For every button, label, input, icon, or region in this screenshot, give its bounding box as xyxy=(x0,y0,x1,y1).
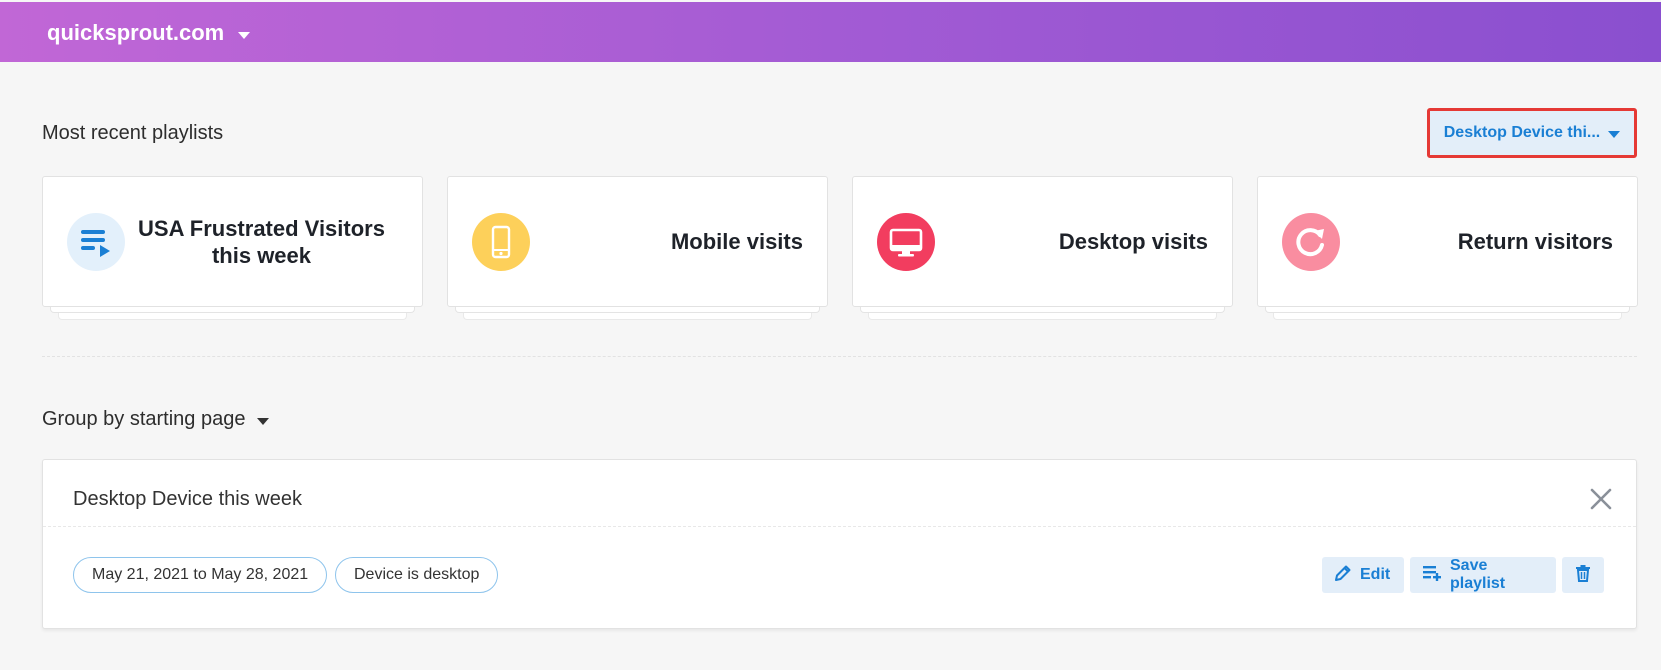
panel-divider xyxy=(43,526,1636,527)
playlist-panel: Desktop Device this week May 21, 2021 to… xyxy=(42,459,1637,629)
delete-button[interactable] xyxy=(1562,557,1604,593)
playlist-add-icon xyxy=(1422,564,1442,587)
card-stack-shadow xyxy=(58,312,407,320)
trash-icon xyxy=(1575,564,1591,587)
desktop-monitor-icon xyxy=(877,212,935,271)
card-stack-shadow xyxy=(1273,312,1622,320)
playlist-card-mobile: Mobile visits xyxy=(447,176,828,320)
refresh-icon xyxy=(1282,212,1340,271)
playlist-card-label: USA Frustrated Visitors this week xyxy=(138,215,385,268)
playlist-card-label: Desktop visits xyxy=(1058,229,1208,254)
top-bar: quicksprout.com xyxy=(0,0,1661,62)
recent-playlists-title: Most recent playlists xyxy=(42,122,224,144)
group-by-dropdown[interactable]: Group by starting page xyxy=(42,408,270,431)
edit-button[interactable]: Edit xyxy=(1322,557,1404,593)
playlist-panel-title: Desktop Device this week xyxy=(73,488,302,510)
card-stack-shadow xyxy=(463,312,812,320)
chevron-down-icon xyxy=(238,31,251,39)
device-filter-chip[interactable]: Device is desktop xyxy=(335,557,499,593)
playlist-filter-dropdown[interactable]: Desktop Device thi... xyxy=(1427,108,1637,158)
device-filter-label: Device is desktop xyxy=(354,566,480,583)
playlist-card-label: Return visitors xyxy=(1457,229,1613,254)
date-range-filter-label: May 21, 2021 to May 28, 2021 xyxy=(92,566,309,583)
mobile-phone-icon xyxy=(472,212,530,271)
playlist-card-return: Return visitors xyxy=(1257,176,1638,320)
playlist-card-usa-frustrated: USA Frustrated Visitors this week xyxy=(42,176,423,320)
chevron-down-icon xyxy=(1608,131,1621,138)
playlist-card-desktop: Desktop visits xyxy=(852,176,1233,320)
site-name: quicksprout.com xyxy=(47,20,225,45)
playlist-filter-label: Desktop Device thi... xyxy=(1443,124,1601,141)
playlist-card[interactable]: Return visitors xyxy=(1257,176,1638,307)
save-playlist-label: Save playlist xyxy=(1450,557,1506,592)
section-divider xyxy=(42,356,1637,357)
playlist-card-label: Mobile visits xyxy=(670,229,803,254)
playlist-card[interactable]: USA Frustrated Visitors this week xyxy=(42,176,423,307)
group-by-label: Group by starting page xyxy=(42,408,246,430)
playlist-card[interactable]: Mobile visits xyxy=(447,176,828,307)
site-selector[interactable]: quicksprout.com xyxy=(47,20,251,46)
playlist-icon xyxy=(67,212,125,271)
save-playlist-button[interactable]: Save playlist xyxy=(1410,557,1556,593)
date-range-filter-chip[interactable]: May 21, 2021 to May 28, 2021 xyxy=(73,557,328,593)
close-icon[interactable] xyxy=(1588,486,1614,512)
pencil-icon xyxy=(1334,564,1352,587)
card-stack-shadow xyxy=(868,312,1217,320)
chevron-down-icon xyxy=(257,417,270,425)
edit-button-label: Edit xyxy=(1360,566,1391,583)
playlist-card[interactable]: Desktop visits xyxy=(852,176,1233,307)
